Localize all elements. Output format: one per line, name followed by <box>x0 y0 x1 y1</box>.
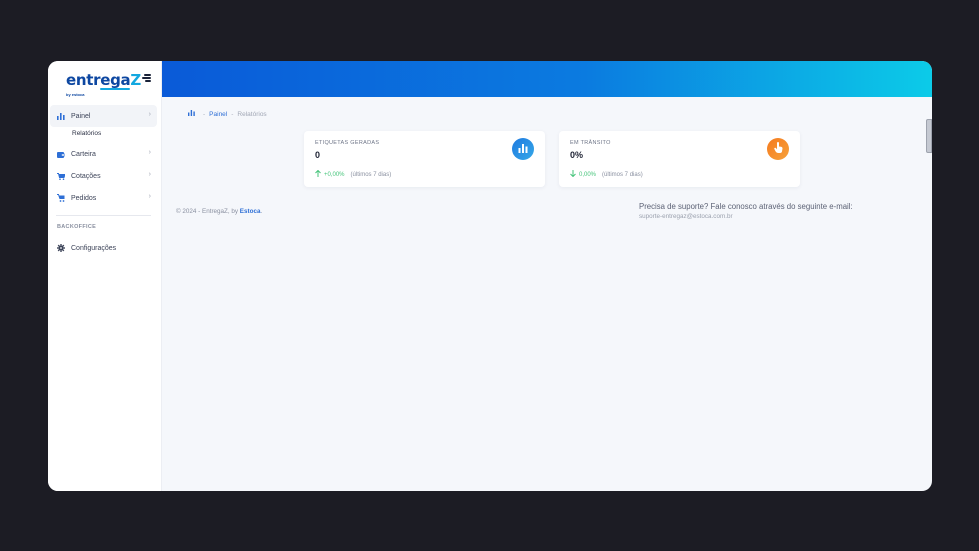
bar-chart-icon <box>518 140 528 158</box>
chevron-right-icon: › <box>148 149 151 156</box>
card-badge <box>767 138 789 160</box>
card-value: 0 <box>315 150 321 160</box>
support-email-link[interactable]: suporte-entregaz@estoca.com.br <box>639 213 733 220</box>
card-value: 0% <box>570 150 584 160</box>
delta-value: +0,00% <box>324 171 345 178</box>
delta-value: 0,00% <box>579 171 597 178</box>
sidebar-item-cotacoes[interactable]: Cotações › <box>50 165 157 187</box>
breadcrumb-link-painel[interactable]: Painel <box>209 111 227 118</box>
support-title: Precisa de suporte? Fale conosco através… <box>639 202 853 211</box>
delta-note: (últimos 7 dias) <box>350 171 392 178</box>
sidebar-subitem-relatorios[interactable]: Relatórios <box>72 130 101 137</box>
copyright-period: . <box>260 208 263 215</box>
stat-card-transito: EM TRÂNSITO 0% 0,00% (últimos 7 dias) <box>559 131 800 187</box>
menu-toggle-button[interactable] <box>142 74 151 82</box>
chevron-right-icon: › <box>148 193 151 200</box>
app-window: entregaZ by estoca Painel › Relatórios C… <box>48 61 932 491</box>
sidebar-item-painel[interactable]: Painel › <box>50 105 157 127</box>
sidebar-item-configuracoes[interactable]: Configurações <box>50 237 157 259</box>
brand-name-accent: Z <box>130 71 141 89</box>
wallet-icon <box>57 150 65 158</box>
bar-chart-icon[interactable] <box>188 110 195 118</box>
chevron-right-icon: › <box>148 111 151 118</box>
copyright-text: © 2024 - EntregaZ, by <box>176 208 240 215</box>
logo-swoosh <box>100 88 130 90</box>
cart-icon <box>57 172 65 180</box>
top-header-bar <box>162 61 932 97</box>
sidebar: entregaZ by estoca Painel › Relatórios C… <box>48 61 162 491</box>
card-delta: +0,00% (últimos 7 dias) <box>315 169 392 179</box>
breadcrumb-separator: - <box>203 110 206 118</box>
arrow-up-icon <box>315 169 321 179</box>
card-delta: 0,00% (últimos 7 dias) <box>570 170 643 179</box>
arrow-down-icon <box>570 170 576 179</box>
breadcrumb-current: Relatórios <box>237 110 267 118</box>
footer-company-link[interactable]: Estoca <box>240 208 261 215</box>
brand-logo[interactable]: entregaZ by estoca <box>66 71 141 97</box>
scrollbar-thumb[interactable] <box>926 119 932 153</box>
sidebar-item-label: Carteira <box>71 150 96 158</box>
sidebar-item-carteira[interactable]: Carteira › <box>50 143 157 165</box>
sidebar-item-label: Cotações <box>71 172 101 180</box>
bar-chart-icon <box>57 112 65 120</box>
breadcrumb-separator: - <box>231 110 234 118</box>
stat-card-etiquetas: ETIQUETAS GERADAS 0 +0,00% (últimos 7 di… <box>304 131 545 187</box>
footer-copyright: © 2024 - EntregaZ, by Estoca. <box>176 208 262 215</box>
gear-icon <box>57 244 65 252</box>
orders-icon <box>57 194 65 202</box>
card-title: ETIQUETAS GERADAS <box>315 140 380 146</box>
sidebar-divider <box>56 215 151 216</box>
chevron-right-icon: › <box>148 171 151 178</box>
sidebar-item-label: Painel <box>71 112 91 120</box>
breadcrumb: - Painel - Relatórios <box>188 110 267 118</box>
sidebar-item-label: Pedidos <box>71 194 97 202</box>
sidebar-item-pedidos[interactable]: Pedidos › <box>50 187 157 209</box>
section-title-backoffice: BACKOFFICE <box>57 224 97 230</box>
card-title: EM TRÂNSITO <box>570 140 611 146</box>
card-badge <box>512 138 534 160</box>
delta-note: (últimos 7 dias) <box>602 171 643 178</box>
hand-pointer-icon <box>773 140 783 158</box>
brand-sub: by estoca <box>66 92 85 97</box>
sidebar-item-label: Configurações <box>71 244 117 252</box>
brand-name: entrega <box>66 71 131 89</box>
